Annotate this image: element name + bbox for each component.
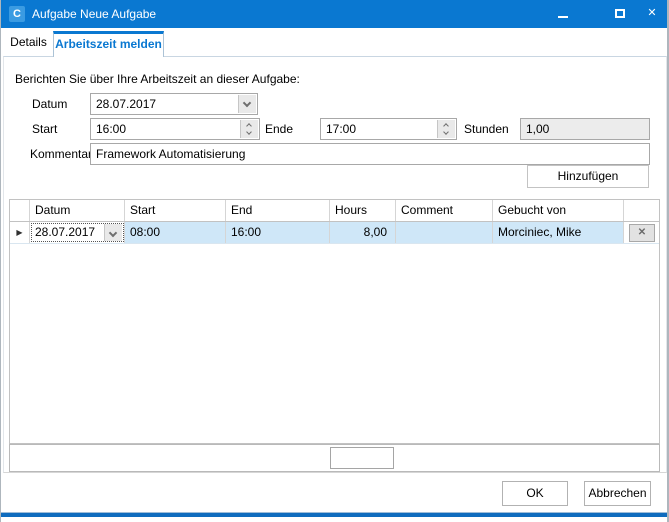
delete-icon: ✕ [638, 227, 646, 238]
hinzufuegen-button[interactable]: Hinzufügen [527, 165, 649, 188]
stunden-label: Stunden [464, 122, 509, 136]
stunden-field: 1,00 [520, 118, 650, 140]
grid-header-row: Datum Start End Hours Comment Gebucht vo… [10, 200, 659, 222]
cell-start[interactable]: 08:00 [125, 222, 226, 243]
chevron-down-icon [243, 99, 251, 107]
tab-page-content: Berichten Sie über Ihre Arbeitszeit an d… [3, 56, 667, 473]
delete-row-button[interactable]: ✕ [629, 224, 655, 242]
cell-datum-editor[interactable]: 28.07.2017 [30, 222, 125, 243]
ende-spinner-buttons[interactable] [437, 120, 455, 138]
ende-label: Ende [265, 122, 293, 136]
header-indicator [10, 200, 30, 221]
spinner-down-icon [246, 129, 252, 135]
datum-combobox[interactable]: 28.07.2017 [90, 93, 258, 115]
datum-label: Datum [32, 97, 67, 111]
column-header-gebucht-von[interactable]: Gebucht von [493, 200, 624, 221]
kommentar-input[interactable]: Framework Automatisierung [90, 143, 650, 165]
cancel-button[interactable]: Abbrechen [584, 481, 651, 506]
tab-arbeitszeit-melden[interactable]: Arbeitszeit melden [53, 31, 164, 57]
column-header-datum[interactable]: Datum [30, 200, 125, 221]
minimize-button[interactable] [549, 0, 577, 28]
close-button[interactable]: ✕ [638, 0, 666, 28]
cell-hours[interactable]: 8,00 [330, 222, 396, 243]
start-spinedit[interactable]: 16:00 [90, 118, 260, 140]
datum-dropdown-button[interactable] [238, 95, 256, 113]
tab-details[interactable]: Details [5, 31, 52, 55]
kommentar-label: Kommentar [30, 147, 92, 161]
instruction-text: Berichten Sie über Ihre Arbeitszeit an d… [15, 72, 300, 86]
footer-empty-box [330, 447, 394, 469]
window-title: Aufgabe Neue Aufgabe [32, 0, 156, 28]
close-icon: ✕ [647, 7, 656, 19]
cell-datum-value: 28.07.2017 [35, 225, 95, 239]
cell-actions: ✕ [624, 222, 659, 243]
dialog-window: C Aufgabe Neue Aufgabe ✕ Details Arbeits… [0, 0, 669, 522]
cell-end[interactable]: 16:00 [226, 222, 330, 243]
ende-value: 17:00 [326, 122, 356, 136]
window-bottom-border [1, 513, 667, 517]
table-row[interactable]: ▶ 28.07.2017 08:00 16:00 8,00 Morciniec,… [10, 222, 659, 244]
minimize-icon [558, 16, 568, 18]
cell-datum-dropdown-button[interactable] [104, 224, 122, 241]
datum-value: 28.07.2017 [96, 97, 156, 111]
row-marker-icon: ▶ [16, 228, 22, 237]
maximize-icon [615, 9, 625, 18]
column-header-start[interactable]: Start [125, 200, 226, 221]
cell-gebucht-von[interactable]: Morciniec, Mike [493, 222, 624, 243]
kommentar-value: Framework Automatisierung [96, 147, 245, 161]
stunden-value: 1,00 [526, 122, 549, 136]
row-indicator-cell: ▶ [10, 222, 30, 243]
worklog-grid: Datum Start End Hours Comment Gebucht vo… [9, 199, 660, 444]
grid-footer-strip [9, 444, 660, 472]
app-icon: C [9, 6, 25, 22]
column-header-hours[interactable]: Hours [330, 200, 396, 221]
start-value: 16:00 [96, 122, 126, 136]
spinner-up-icon [246, 123, 252, 129]
chevron-down-icon [109, 229, 117, 237]
ende-spinedit[interactable]: 17:00 [320, 118, 457, 140]
spinner-down-icon [443, 129, 449, 135]
column-header-end[interactable]: End [226, 200, 330, 221]
start-spinner-buttons[interactable] [240, 120, 258, 138]
start-label: Start [32, 122, 57, 136]
maximize-button[interactable] [606, 0, 634, 28]
column-header-comment[interactable]: Comment [396, 200, 493, 221]
titlebar[interactable]: C Aufgabe Neue Aufgabe ✕ [1, 0, 667, 28]
spinner-up-icon [443, 123, 449, 129]
cell-comment[interactable] [396, 222, 493, 243]
ok-button[interactable]: OK [502, 481, 568, 506]
column-header-actions [624, 200, 659, 221]
